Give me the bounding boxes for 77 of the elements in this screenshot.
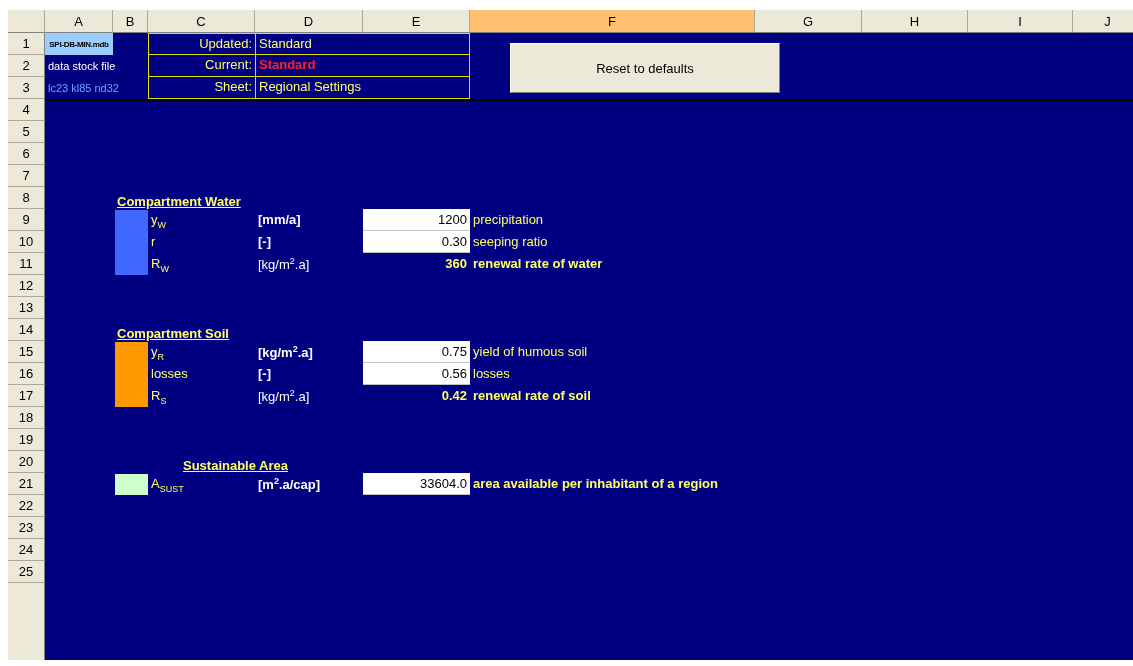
row-header[interactable]: 17 [8,385,45,407]
unit-cell-text: [kg/m$^{2}$.a] [257,387,311,407]
row-header[interactable]: 15 [8,341,45,363]
row-header[interactable]: 19 [8,429,45,451]
unit-cell-text: [m$^{2}$.a/cap] [257,475,322,495]
column-header[interactable]: I [968,10,1073,33]
row-header[interactable]: 21 [8,473,45,495]
unit-cell-text: [kg/m$^{2}$.a] [257,343,314,363]
symbol-cell-text: R$_{S}$ [150,387,168,407]
column-header[interactable]: B [113,10,148,33]
description-cell-text: renewal rate of water [472,255,604,273]
column-header[interactable]: D [255,10,363,33]
row-header[interactable]: 6 [8,143,45,165]
row-header[interactable]: 5 [8,121,45,143]
row-header[interactable]: 20 [8,451,45,473]
description-cell-text: losses [472,365,511,383]
symbol-cell-text: losses [150,365,189,383]
status-label: Sheet: [148,77,255,99]
row-header[interactable]: 8 [8,187,45,209]
file-info-cell-text: lc23 kl85 nd32 [47,81,120,96]
row-header[interactable]: 1 [8,33,45,55]
row-header[interactable]: 22 [8,495,45,517]
column-header[interactable]: J [1073,10,1133,33]
select-all-corner[interactable] [8,10,45,33]
value-cell-text: 0.42 [440,387,468,405]
symbol-cell-text: r [150,233,157,251]
row-header[interactable]: 2 [8,55,45,77]
unit-cell-text: [mm/a] [257,211,302,229]
column-header[interactable]: G [755,10,862,33]
row-header[interactable]: 23 [8,517,45,539]
row-header[interactable]: 4 [8,99,45,121]
row-header[interactable]: 14 [8,319,45,341]
description-cell-text: yield of humous soil [472,343,589,361]
file-info-cell-text: data stock file [47,59,117,74]
value-input[interactable]: 33604.0 [363,473,470,495]
row-header[interactable]: 24 [8,539,45,561]
row-header[interactable]: 16 [8,363,45,385]
row-header[interactable]: 7 [8,165,45,187]
row-header[interactable]: 3 [8,77,45,99]
symbol-cell-text: R$_{W}$ [150,255,170,275]
unit-cell-text: [-] [257,365,272,383]
row-header[interactable]: 18 [8,407,45,429]
status-value: Standard [255,33,470,55]
row-header[interactable]: 9 [8,209,45,231]
row-header[interactable]: 11 [8,253,45,275]
column-header[interactable]: A [45,10,113,33]
symbol-cell-text: A$_{SUST}$ [150,475,185,495]
status-value: Regional Settings [255,77,470,99]
section-title: Compartment Water [116,194,242,209]
description-cell-text: area available per inhabitant of a region [472,475,719,493]
unit-cell-text: [kg/m$^{2}$.a] [257,255,311,275]
section-title: Sustainable Area [182,458,289,473]
value-input[interactable]: 0.56 [363,363,470,385]
row-header[interactable]: 13 [8,297,45,319]
description-cell-text: seeping ratio [472,233,549,251]
unit-cell-text: [-] [257,233,272,251]
column-header[interactable]: E [363,10,470,33]
reset-button[interactable]: Reset to defaults [510,43,780,93]
value-input[interactable]: 0.30 [363,231,470,253]
column-header[interactable]: H [862,10,968,33]
file-info-cell: SPI-DB-MIN.mdb [45,33,113,55]
section-title: Compartment Soil [116,326,230,341]
value-input[interactable]: 1200 [363,209,470,231]
symbol-cell-text: y$_{R}$ [150,343,165,363]
description-cell-text: precipitation [472,211,545,229]
status-label: Current: [148,55,255,77]
row-header[interactable]: 10 [8,231,45,253]
row-header[interactable]: 12 [8,275,45,297]
column-header[interactable]: F [470,10,755,33]
column-header[interactable]: C [148,10,255,33]
value-cell-text: 360 [444,255,468,273]
status-value: Standard [255,55,470,77]
row-header[interactable]: 25 [8,561,45,583]
value-input[interactable]: 0.75 [363,341,470,363]
status-label: Updated: [148,33,255,55]
description-cell-text: renewal rate of soil [472,387,592,405]
symbol-cell-text: y$_{W}$ [150,211,167,231]
